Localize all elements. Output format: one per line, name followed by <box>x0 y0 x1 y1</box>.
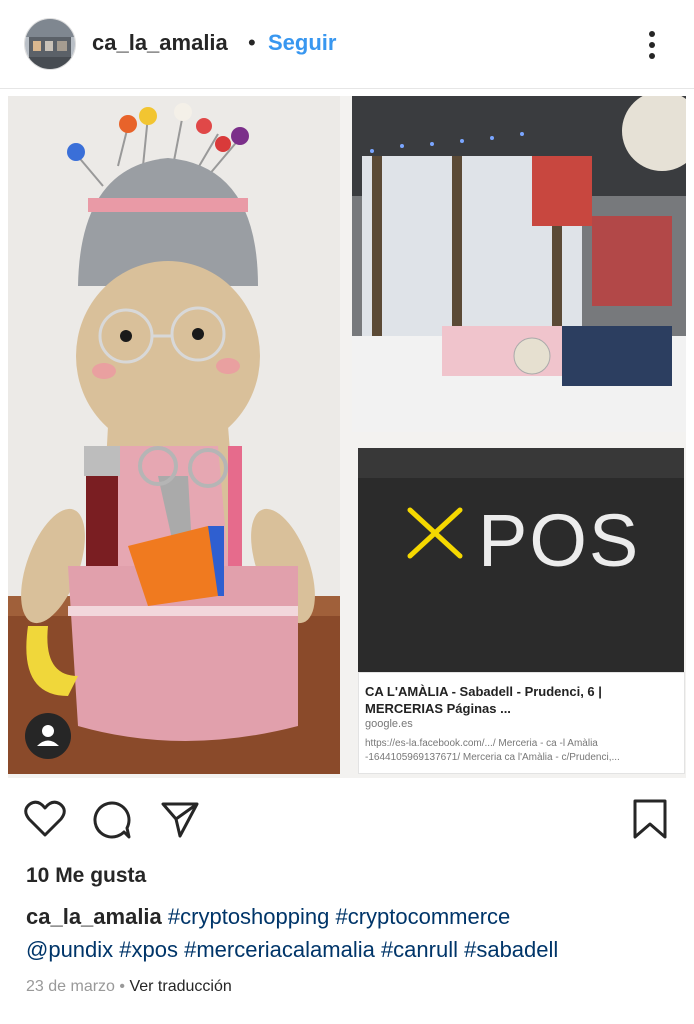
follow-button[interactable]: Seguir <box>268 30 336 56</box>
post-date: 23 de marzo <box>26 978 115 995</box>
link-card-title: CA L'AMÀLIA - Sabadell - Prudenci, 6 | M… <box>365 684 602 716</box>
header-username[interactable]: ca_la_amalia <box>92 30 228 56</box>
xpos-logo-text: POS <box>478 499 641 582</box>
user-tag-icon[interactable] <box>25 713 71 759</box>
translate-link[interactable]: Ver traducción <box>129 978 231 995</box>
post-header: ca_la_amalia • Seguir <box>0 0 694 89</box>
heart-icon[interactable] <box>24 800 66 843</box>
caption-username[interactable]: ca_la_amalia <box>26 904 162 929</box>
link-card-source: google.es <box>365 718 413 730</box>
doll-photo <box>8 96 340 774</box>
caption-hashtags-line1[interactable]: #cryptoshopping #cryptocommerce <box>168 904 510 929</box>
likes-count[interactable]: 10 Me gusta <box>26 864 146 888</box>
link-card-url: https://es-la.facebook.com/.../ Merceria… <box>365 738 620 763</box>
header-separator: • <box>248 30 256 55</box>
bookmark-icon[interactable] <box>632 798 668 845</box>
comment-icon[interactable] <box>92 800 132 845</box>
send-icon[interactable] <box>160 800 200 845</box>
link-preview-card: CA L'AMÀLIA - Sabadell - Prudenci, 6 | M… <box>358 672 685 774</box>
post-meta: 23 de marzo • Ver traducción <box>26 978 232 996</box>
profile-avatar[interactable] <box>24 18 76 70</box>
post-caption: ca_la_amalia #cryptoshopping #cryptocomm… <box>26 900 686 966</box>
caption-hashtags-line2[interactable]: @pundix #xpos #merceriacalamalia #canrul… <box>26 937 558 962</box>
meta-separator: • <box>119 978 125 995</box>
more-vertical-icon[interactable] <box>640 28 664 62</box>
shop-window-photo <box>352 96 686 432</box>
action-bar <box>0 790 694 850</box>
